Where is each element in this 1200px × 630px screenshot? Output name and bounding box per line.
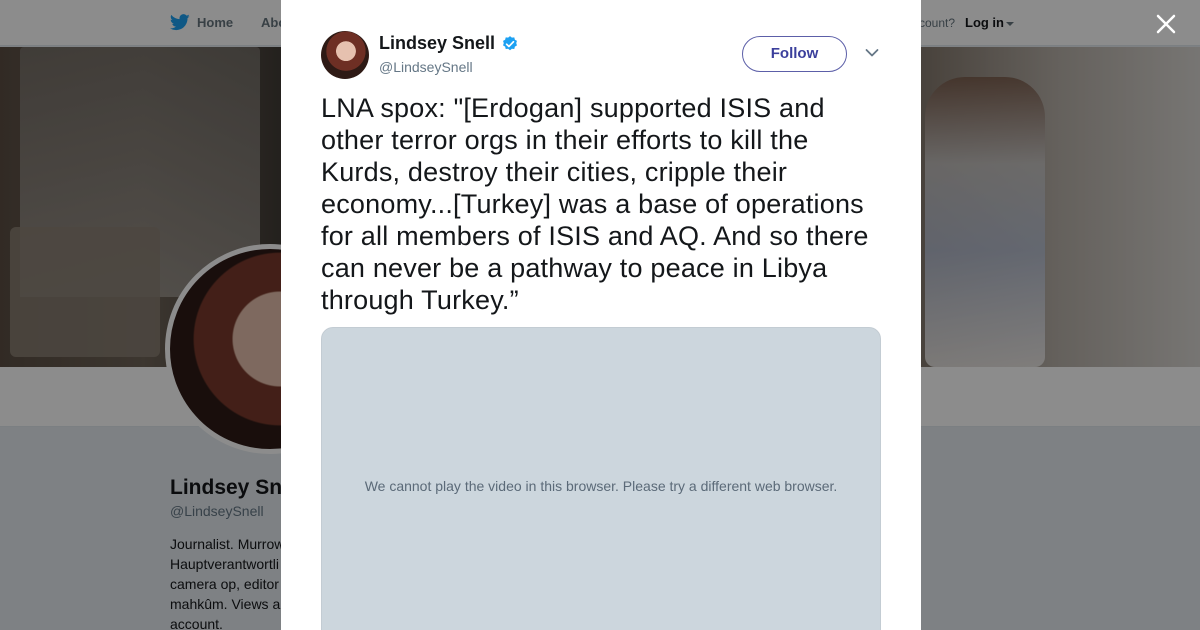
tweet-modal: Lindsey Snell @LindseySnell Follow LNA s… bbox=[281, 0, 921, 630]
tweet-author-avatar[interactable] bbox=[321, 31, 369, 79]
chevron-down-icon[interactable] bbox=[865, 48, 879, 58]
close-icon[interactable] bbox=[1155, 13, 1177, 35]
tweet-text: LNA spox: "[Erdogan] supported ISIS and … bbox=[321, 93, 869, 315]
video-player[interactable]: We cannot play the video in this browser… bbox=[321, 327, 881, 630]
video-error-message: We cannot play the video in this browser… bbox=[364, 478, 838, 494]
tweet-author-name[interactable]: Lindsey Snell bbox=[379, 33, 519, 54]
follow-button[interactable]: Follow bbox=[742, 36, 847, 72]
tweet-author-name-text[interactable]: Lindsey Snell bbox=[379, 33, 495, 54]
tweet-author-handle[interactable]: @LindseySnell bbox=[379, 59, 473, 75]
verified-badge-icon bbox=[503, 35, 518, 50]
